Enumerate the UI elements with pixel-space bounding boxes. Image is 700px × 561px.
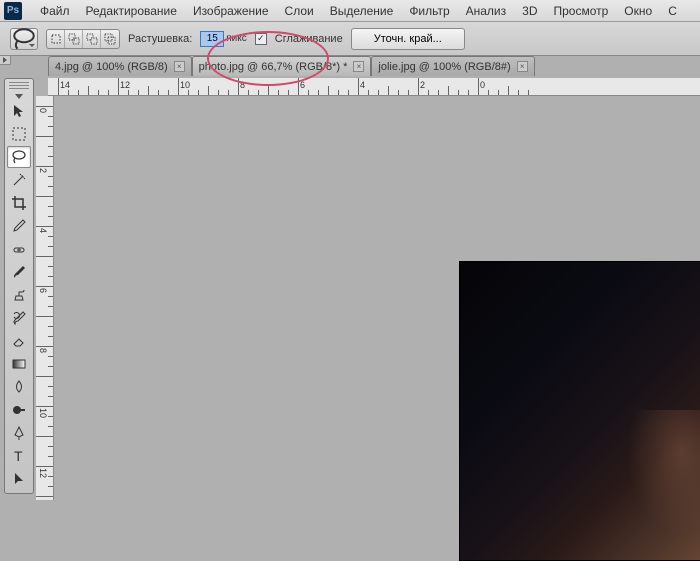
options-bar: Растушевка: пикс ✓ Сглаживание Уточн. кр…	[0, 22, 700, 56]
menu-layers[interactable]: Слои	[277, 4, 322, 18]
feather-input[interactable]	[200, 31, 224, 47]
panel-grip-icon[interactable]	[9, 82, 29, 89]
lasso-tool[interactable]	[7, 146, 31, 168]
close-icon[interactable]: ×	[517, 61, 528, 72]
expand-docks-icon[interactable]	[0, 55, 11, 65]
menu-select[interactable]: Выделение	[322, 4, 402, 18]
menu-filter[interactable]: Фильтр	[401, 4, 457, 18]
document-image	[459, 261, 700, 561]
svg-text:T: T	[14, 448, 23, 464]
close-icon[interactable]: ×	[174, 61, 185, 72]
path-selection-tool[interactable]	[7, 468, 31, 490]
selection-intersect-icon[interactable]	[101, 30, 119, 48]
menu-file[interactable]: Файл	[32, 4, 78, 18]
healing-brush-tool[interactable]	[7, 238, 31, 260]
blur-tool[interactable]	[7, 376, 31, 398]
tab-label: 4.jpg @ 100% (RGB/8)	[55, 61, 168, 73]
brush-tool[interactable]	[7, 261, 31, 283]
menu-image[interactable]: Изображение	[185, 4, 277, 18]
clone-stamp-tool[interactable]	[7, 284, 31, 306]
menu-3d[interactable]: 3D	[514, 4, 545, 18]
feather-label: Растушевка:	[128, 33, 192, 45]
app-logo: Ps	[4, 2, 22, 20]
marquee-tool[interactable]	[7, 123, 31, 145]
menu-view[interactable]: Просмотр	[545, 4, 616, 18]
selection-mode-group	[46, 29, 120, 49]
lasso-icon	[11, 26, 37, 52]
workspace: 4.jpg @ 100% (RGB/8) × photo.jpg @ 66,7% …	[0, 56, 700, 500]
feather-unit: пикс	[226, 33, 247, 44]
menu-analysis[interactable]: Анализ	[458, 4, 515, 18]
pen-tool[interactable]	[7, 422, 31, 444]
antialias-checkbox[interactable]: ✓	[255, 33, 267, 45]
menu-edit[interactable]: Редактирование	[78, 4, 185, 18]
move-tool[interactable]	[7, 100, 31, 122]
collapse-arrow-icon[interactable]	[15, 94, 23, 99]
tab-1[interactable]: photo.jpg @ 66,7% (RGB/8*) * ×	[192, 56, 372, 76]
tools-panel: T	[4, 78, 34, 494]
ruler-horizontal: 14121086420	[48, 78, 700, 96]
history-brush-tool[interactable]	[7, 307, 31, 329]
menu-bar: Ps Файл Редактирование Изображение Слои …	[0, 0, 700, 22]
gradient-tool[interactable]	[7, 353, 31, 375]
dodge-tool[interactable]	[7, 399, 31, 421]
selection-new-icon[interactable]	[47, 30, 65, 48]
selection-subtract-icon[interactable]	[83, 30, 101, 48]
tab-2[interactable]: jolie.jpg @ 100% (RGB/8#) ×	[371, 56, 534, 76]
crop-tool[interactable]	[7, 192, 31, 214]
selection-add-icon[interactable]	[65, 30, 83, 48]
refine-edge-button[interactable]: Уточн. край...	[351, 28, 465, 50]
type-tool[interactable]: T	[7, 445, 31, 467]
tab-label: jolie.jpg @ 100% (RGB/8#)	[378, 61, 510, 73]
canvas-area[interactable]	[54, 96, 700, 500]
eraser-tool[interactable]	[7, 330, 31, 352]
magic-wand-tool[interactable]	[7, 169, 31, 191]
menu-window[interactable]: Окно	[616, 4, 660, 18]
tool-preset-picker[interactable]	[10, 28, 38, 50]
antialias-label: Сглаживание	[275, 33, 343, 45]
menu-help[interactable]: С	[660, 4, 685, 18]
ruler-vertical: 024681012	[36, 96, 54, 500]
close-icon[interactable]: ×	[353, 61, 364, 72]
eyedropper-tool[interactable]	[7, 215, 31, 237]
tab-label: photo.jpg @ 66,7% (RGB/8*) *	[199, 61, 348, 73]
tab-0[interactable]: 4.jpg @ 100% (RGB/8) ×	[48, 56, 192, 76]
document-tabs: 4.jpg @ 100% (RGB/8) × photo.jpg @ 66,7% …	[48, 56, 535, 78]
